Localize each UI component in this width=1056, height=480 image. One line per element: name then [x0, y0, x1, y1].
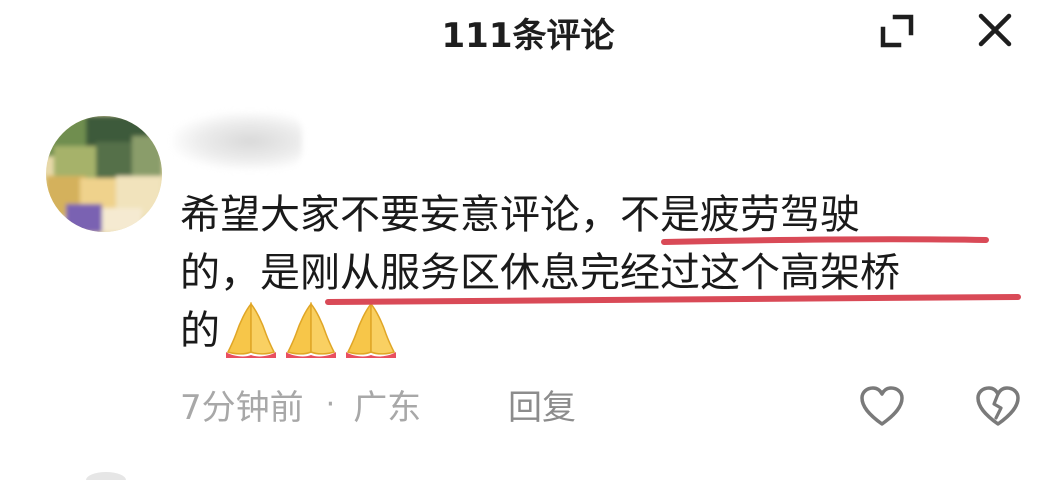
expand-icon	[880, 14, 914, 48]
next-comment-avatar[interactable]	[86, 472, 126, 480]
comment-time: 7分钟前	[180, 388, 304, 428]
like-button[interactable]	[858, 384, 906, 428]
username-blurred[interactable]	[172, 112, 302, 170]
highlighted-text-1: 不是疲劳驾驶	[620, 192, 860, 238]
meta-separator: ·	[325, 387, 336, 422]
comment-meta: 7分钟前 · 广东	[180, 380, 421, 429]
highlighted-text-2: 刚从服务区休息完经过这个高架桥	[300, 250, 900, 296]
broken-heart-icon	[976, 386, 1020, 426]
close-button[interactable]	[970, 6, 1020, 54]
comment-location: 广东	[353, 388, 422, 428]
praying-hands-icon	[286, 301, 336, 358]
comment-panel: 111条评论 希望大家不要妄意评论，不是疲劳驾驶 的，是刚从服务区休息完经过这个…	[0, 0, 1056, 480]
expand-button[interactable]	[872, 8, 922, 54]
reply-button[interactable]: 回复	[508, 380, 576, 429]
dislike-button[interactable]	[974, 384, 1022, 428]
praying-hands-icon	[226, 301, 276, 358]
praying-hands-icon	[346, 301, 396, 358]
close-icon	[978, 13, 1012, 47]
comment-line-2: 的，是刚从服务区休息完经过这个高架桥	[180, 250, 900, 296]
heart-outline-icon	[860, 386, 904, 426]
comment-line-1: 希望大家不要妄意评论，不是疲劳驾驶	[180, 192, 860, 238]
avatar[interactable]	[46, 116, 162, 232]
emoji-row	[224, 300, 398, 360]
